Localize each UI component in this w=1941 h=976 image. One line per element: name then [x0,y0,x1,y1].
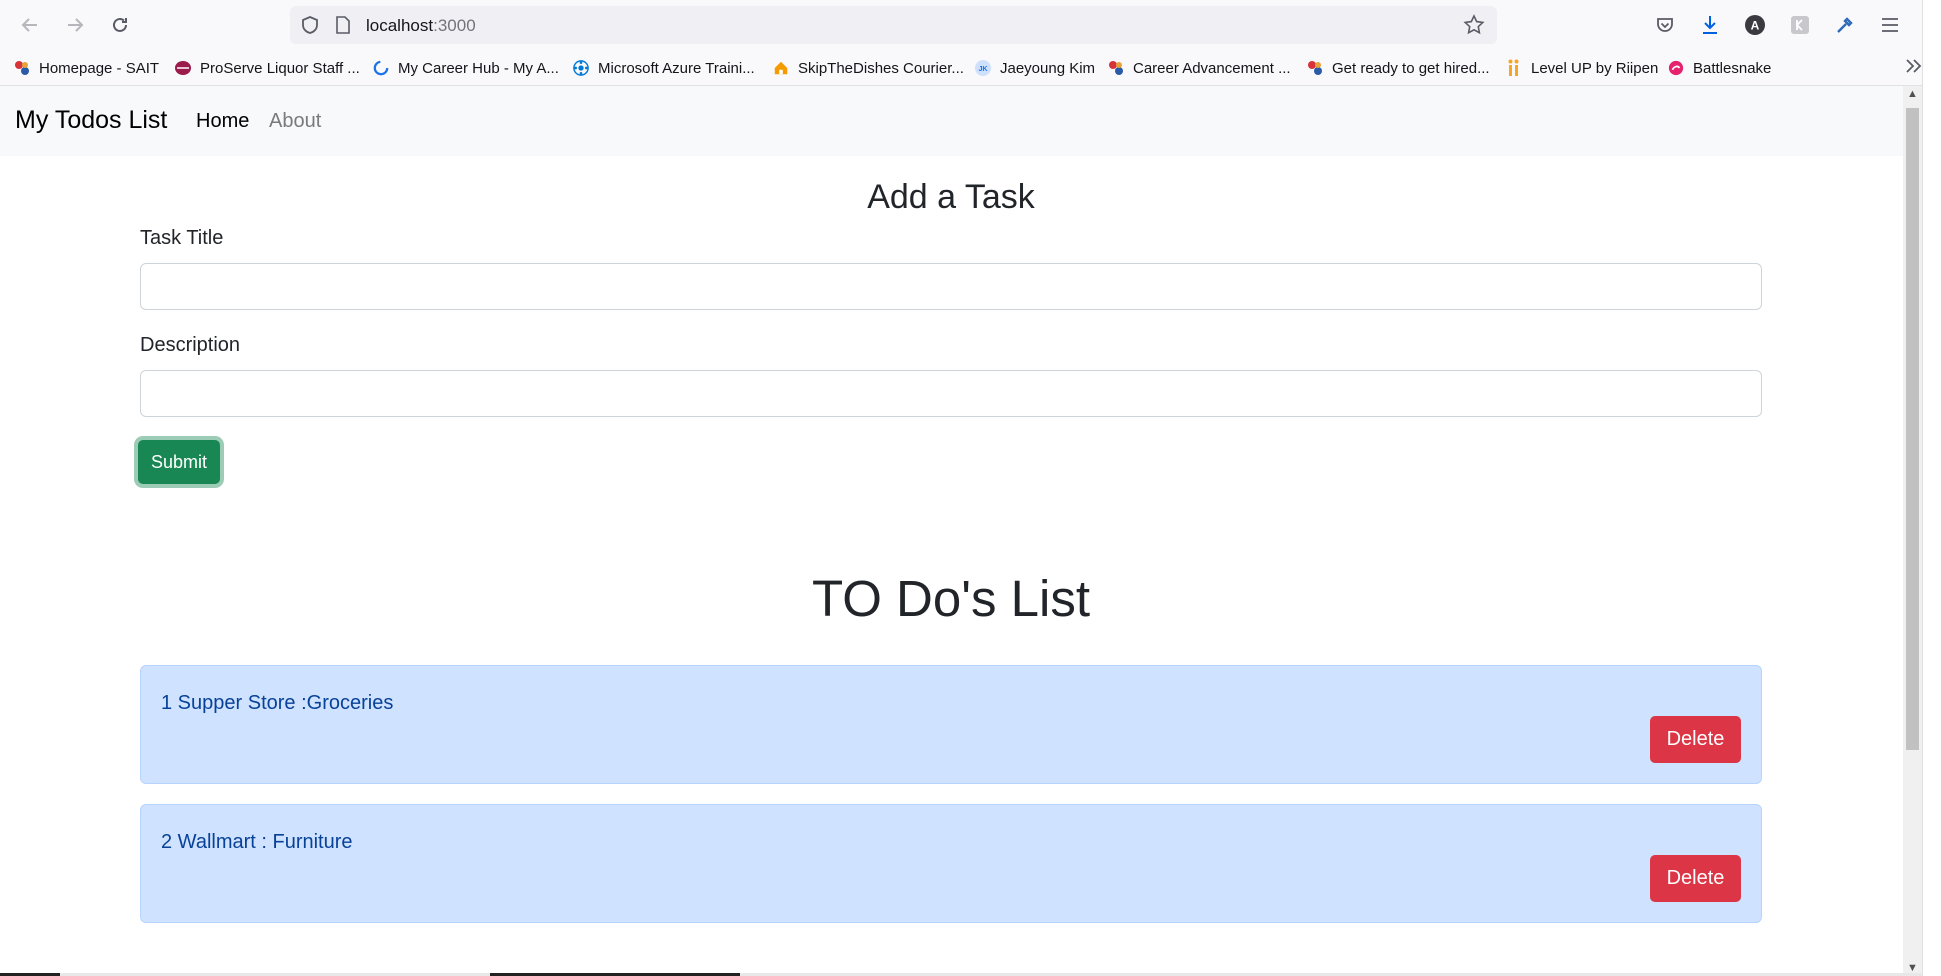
url-host: localhost [366,16,434,35]
delete-button[interactable]: Delete [1650,716,1741,763]
adjacent-window-edge [1922,0,1941,976]
battlesnake-icon [1668,60,1684,76]
todo-item-text: 2 Wallmart : Furniture [161,831,353,853]
sait-icon [14,60,30,76]
bookmark-label: Microsoft Azure Traini... [598,59,755,77]
reload-icon [113,17,127,32]
delete-button[interactable]: Delete [1650,855,1741,902]
bookmark-label: Homepage - SAIT [39,59,160,77]
bookmarks-overflow-button[interactable] [1905,54,1923,80]
sait-icon [1307,60,1323,76]
download-icon [1703,16,1717,34]
bookmark-label: Get ready to get hired... [1332,59,1490,77]
bookmark-label: My Career Hub - My A... [398,59,559,77]
bookmark-label: Level UP by Riipen [1531,59,1659,77]
proserve-icon [175,60,191,76]
bookmark-item[interactable]: Get ready to get hired... [1307,58,1490,78]
skipthedishes-icon [773,60,789,76]
bookmark-label: SkipTheDishes Courier... [798,59,964,77]
add-task-heading: Add a Task [867,178,1035,216]
todo-list-heading: TO Do's List [811,570,1091,627]
url-port: :3000 [433,16,476,35]
todo-item: 1 Supper Store :Groceries Delete [140,665,1762,784]
account-avatar-icon: A [1745,15,1765,35]
task-title-label: Task Title [140,227,224,249]
navbar-brand[interactable]: My Todos List [15,106,167,135]
bookmark-item[interactable]: My Career Hub - My A... [373,58,559,78]
bookmark-item[interactable]: SkipTheDishes Courier... [773,58,964,78]
description-input[interactable] [140,370,1762,417]
riipen-icon [1506,59,1522,76]
scroll-up-arrow-icon[interactable]: ▲ [1907,88,1918,100]
bookmarks-bar: Homepage - SAIT ProServe Liquor Staff ..… [0,50,1941,86]
pocket-icon [1657,18,1673,32]
nav-link-about[interactable]: About [269,110,321,133]
reload-button[interactable] [107,12,133,38]
menu-button[interactable] [1877,12,1903,38]
pocket-button[interactable] [1652,12,1678,38]
bookmark-item[interactable]: Homepage - SAIT [14,58,159,78]
eyedropper-icon [1837,17,1853,33]
eyedropper-button[interactable] [1832,12,1858,38]
bookmark-item[interactable]: JK Jaeyoung Kim [975,58,1095,78]
bookmark-item[interactable]: ProServe Liquor Staff ... [175,58,360,78]
browser-toolbar: localhost:3000 A [0,0,1941,50]
bookmark-item[interactable]: Battlesnake [1668,58,1771,78]
azure-icon [573,60,589,76]
account-button[interactable]: A [1742,12,1768,38]
back-arrow-icon [21,18,37,32]
bookmark-item[interactable]: Level UP by Riipen [1506,58,1658,78]
tracking-shield-icon[interactable] [300,15,320,35]
jk-avatar-icon: JK [975,60,991,76]
bookmark-item[interactable]: Microsoft Azure Traini... [573,58,755,78]
bookmark-label: Jaeyoung Kim [1000,59,1096,77]
sait-icon [1108,60,1124,76]
bookmark-label: ProServe Liquor Staff ... [200,59,360,77]
page-scrollbar[interactable]: ▲ ▼ [1903,86,1922,976]
submit-button[interactable]: Submit [138,440,220,484]
hamburger-menu-icon [1882,18,1898,32]
task-title-input[interactable] [140,263,1762,310]
downloads-button[interactable] [1697,12,1723,38]
bookmark-label: Battlesnake [1693,59,1772,77]
svg-text:A: A [1751,19,1760,33]
todo-item-text: 1 Supper Store :Groceries [161,692,394,714]
forward-button[interactable] [62,12,88,38]
extension-icon [1791,16,1809,34]
app-navbar: My Todos List Home About [0,86,1903,156]
scrollbar-thumb[interactable] [1906,108,1919,750]
url-text[interactable]: localhost:3000 [366,16,476,36]
chevron-double-right-icon [1906,59,1922,73]
todo-item: 2 Wallmart : Furniture Delete [140,804,1762,923]
bookmark-label: Career Advancement ... [1133,59,1291,77]
page-info-icon[interactable] [336,16,350,34]
description-label: Description [140,334,241,356]
address-bar[interactable]: localhost:3000 [290,6,1497,44]
page-viewport: My Todos List Home About Add a Task Task… [0,86,1903,976]
nav-link-home[interactable]: Home [196,110,249,133]
back-button[interactable] [17,12,43,38]
svg-text:JK: JK [978,65,988,73]
extension-button[interactable] [1787,12,1813,38]
bookmark-item[interactable]: Career Advancement ... [1108,58,1291,78]
bookmark-star-icon[interactable] [1463,14,1485,36]
career-hub-icon [373,60,389,76]
forward-arrow-icon [68,18,84,32]
